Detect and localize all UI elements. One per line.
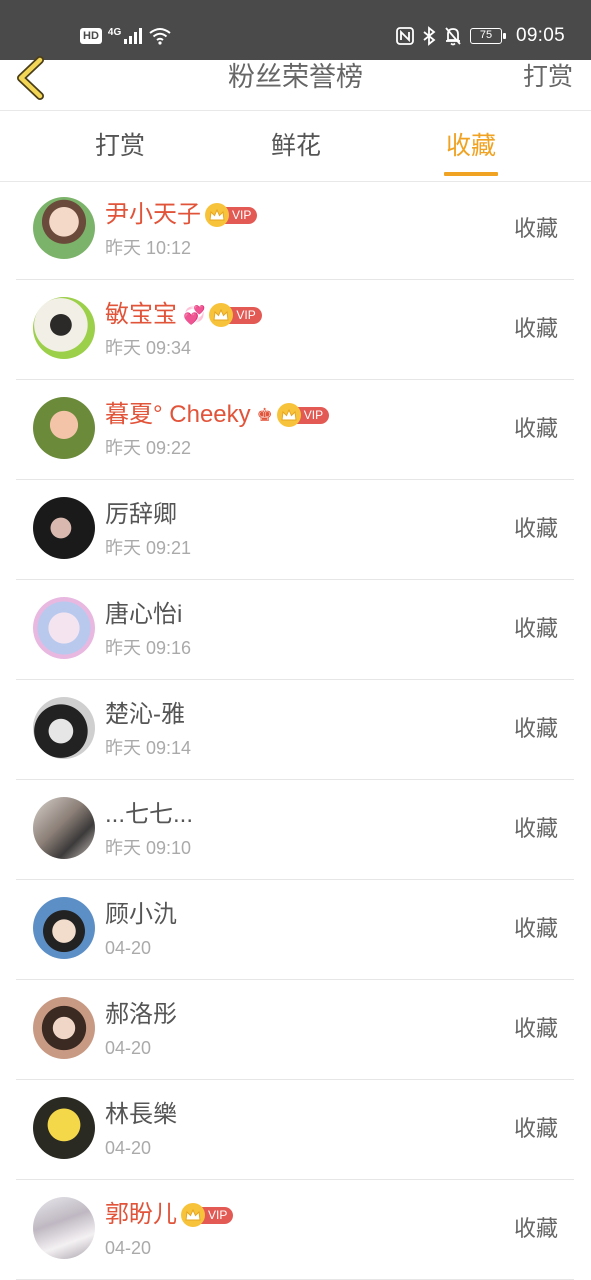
tab-bar: 打赏 鲜花 收藏 — [0, 112, 591, 182]
avatar[interactable] — [33, 297, 95, 359]
timestamp: 04-20 — [105, 1238, 152, 1258]
tab-flowers[interactable]: 鲜花 — [256, 112, 336, 182]
avatar[interactable] — [33, 597, 95, 659]
favorite-label: 收藏 — [513, 816, 558, 841]
favorite-label: 收藏 — [513, 1016, 558, 1041]
user-name[interactable]: 唐心怡i — [105, 599, 182, 631]
user-name[interactable]: 暮夏° Cheeky — [105, 399, 251, 431]
user-name[interactable]: 郭盼儿 — [105, 1199, 177, 1231]
timestamp: 昨天 10:12 — [105, 238, 192, 258]
name-line: 顾小氿 — [105, 898, 177, 932]
user-name[interactable]: 尹小天子 — [105, 199, 201, 231]
list-item[interactable]: 楚沁-雅昨天 09:14 收藏 — [16, 680, 574, 780]
list-item[interactable]: 郝洛彤 04-20 收藏 — [16, 980, 574, 1080]
battery-icon: 75 — [469, 28, 506, 44]
crown-icon — [276, 403, 301, 427]
list-item[interactable]: ...七七... 昨天 09:10 收藏 — [16, 780, 574, 880]
user-name[interactable]: 敏宝宝 — [105, 299, 177, 331]
avatar[interactable] — [33, 497, 95, 559]
timestamp: 04-20 — [105, 1138, 152, 1158]
vip-badge: VIP — [205, 203, 258, 227]
nfc-icon — [396, 27, 414, 45]
avatar[interactable] — [33, 997, 95, 1059]
avatar[interactable] — [33, 1197, 95, 1259]
name-line: 郭盼儿 VIP — [105, 1198, 234, 1232]
wifi-icon — [149, 28, 171, 45]
user-name[interactable]: 郝洛彤 — [105, 999, 177, 1031]
list-item[interactable]: 厉辞卿昨天 09:21 收藏 — [16, 480, 574, 580]
list-item[interactable]: 唐心怡i 昨天 09:16 收藏 — [16, 580, 574, 680]
avatar[interactable] — [33, 197, 95, 259]
avatar[interactable] — [33, 697, 95, 759]
avatar[interactable] — [33, 397, 95, 459]
timestamp: 昨天 09:14 — [105, 738, 192, 758]
avatar[interactable] — [33, 797, 95, 859]
user-name[interactable]: 楚沁-雅 — [105, 699, 185, 731]
list-item[interactable]: 顾小氿 04-20 收藏 — [16, 880, 574, 980]
network-label: 4G — [107, 26, 122, 38]
timestamp: 昨天 09:34 — [105, 338, 192, 358]
user-name[interactable]: 厉辞卿 — [105, 499, 177, 531]
list-item[interactable]: 暮夏° Cheeky ♚ VIP 昨天 09:22 收藏 — [16, 380, 574, 480]
user-name[interactable]: ...七七... — [105, 799, 193, 831]
name-line: 尹小天子 VIP — [105, 198, 258, 232]
reward-link[interactable]: 打赏 — [523, 60, 573, 94]
name-line: ...七七... — [105, 798, 193, 832]
favorite-label: 收藏 — [513, 216, 558, 241]
status-time: 09:05 — [515, 25, 565, 46]
status-bar: HD 4G 75 09:05 — [0, 0, 591, 60]
avatar[interactable] — [33, 897, 95, 959]
vip-badge: VIP — [209, 303, 262, 327]
tab-reward[interactable]: 打赏 — [80, 112, 160, 182]
mute-bell-icon — [445, 27, 461, 46]
list-item[interactable]: 郭盼儿 VIP 04-20 收藏 — [16, 1180, 574, 1280]
list-item[interactable]: 敏宝宝 💞 VIP 昨天 09:34 收藏 — [16, 280, 574, 380]
signal-icon — [124, 28, 143, 44]
timestamp: 04-20 — [105, 1038, 152, 1058]
favorite-label: 收藏 — [513, 516, 558, 541]
name-line: 楚沁-雅 — [105, 698, 185, 732]
timestamp: 昨天 09:22 — [105, 438, 192, 458]
header: 粉丝荣誉榜 打赏 — [0, 56, 591, 111]
favorite-label: 收藏 — [513, 616, 558, 641]
bluetooth-icon — [423, 26, 436, 46]
list-item[interactable]: 尹小天子 VIP 昨天 10:12 收藏 — [16, 180, 574, 280]
page-title: 粉丝荣誉榜 — [228, 62, 363, 92]
favorite-label: 收藏 — [513, 1116, 558, 1141]
vip-badge: VIP — [276, 403, 330, 427]
crown-icon — [205, 203, 229, 227]
timestamp: 04-20 — [105, 938, 152, 958]
name-line: 敏宝宝 💞 VIP — [105, 298, 262, 332]
user-name[interactable]: 顾小氿 — [105, 899, 177, 931]
fan-list: 尹小天子 VIP 昨天 10:12 收藏 敏宝宝 💞 VIP 昨天 09:34 收藏 暮夏° Ch… — [16, 180, 574, 1280]
timestamp: 昨天 09:21 — [105, 538, 192, 558]
user-name[interactable]: 林長樂 — [105, 1099, 177, 1131]
vip-badge: VIP — [181, 1203, 234, 1227]
crown-icon — [181, 1203, 205, 1227]
hd-badge: HD — [80, 28, 102, 44]
list-item[interactable]: 林長樂 04-20 收藏 — [16, 1080, 574, 1180]
timestamp: 昨天 09:10 — [105, 838, 192, 858]
hearts-icon: 💞 — [183, 304, 206, 325]
chess-king-icon: ♚ — [256, 404, 273, 425]
favorite-label: 收藏 — [513, 316, 558, 341]
status-left: HD 4G — [80, 24, 171, 48]
favorite-label: 收藏 — [513, 716, 558, 741]
avatar[interactable] — [33, 1097, 95, 1159]
timestamp: 昨天 09:16 — [105, 638, 192, 658]
name-line: 唐心怡i — [105, 598, 182, 632]
favorite-label: 收藏 — [513, 1216, 558, 1241]
name-line: 暮夏° Cheeky ♚ VIP — [105, 398, 330, 432]
favorite-label: 收藏 — [513, 416, 558, 441]
favorite-label: 收藏 — [513, 916, 558, 941]
name-line: 郝洛彤 — [105, 998, 177, 1032]
name-line: 林長樂 — [105, 1098, 177, 1132]
tab-active-indicator — [444, 172, 498, 176]
status-right: 75 09:05 — [396, 24, 565, 48]
name-line: 厉辞卿 — [105, 498, 177, 532]
